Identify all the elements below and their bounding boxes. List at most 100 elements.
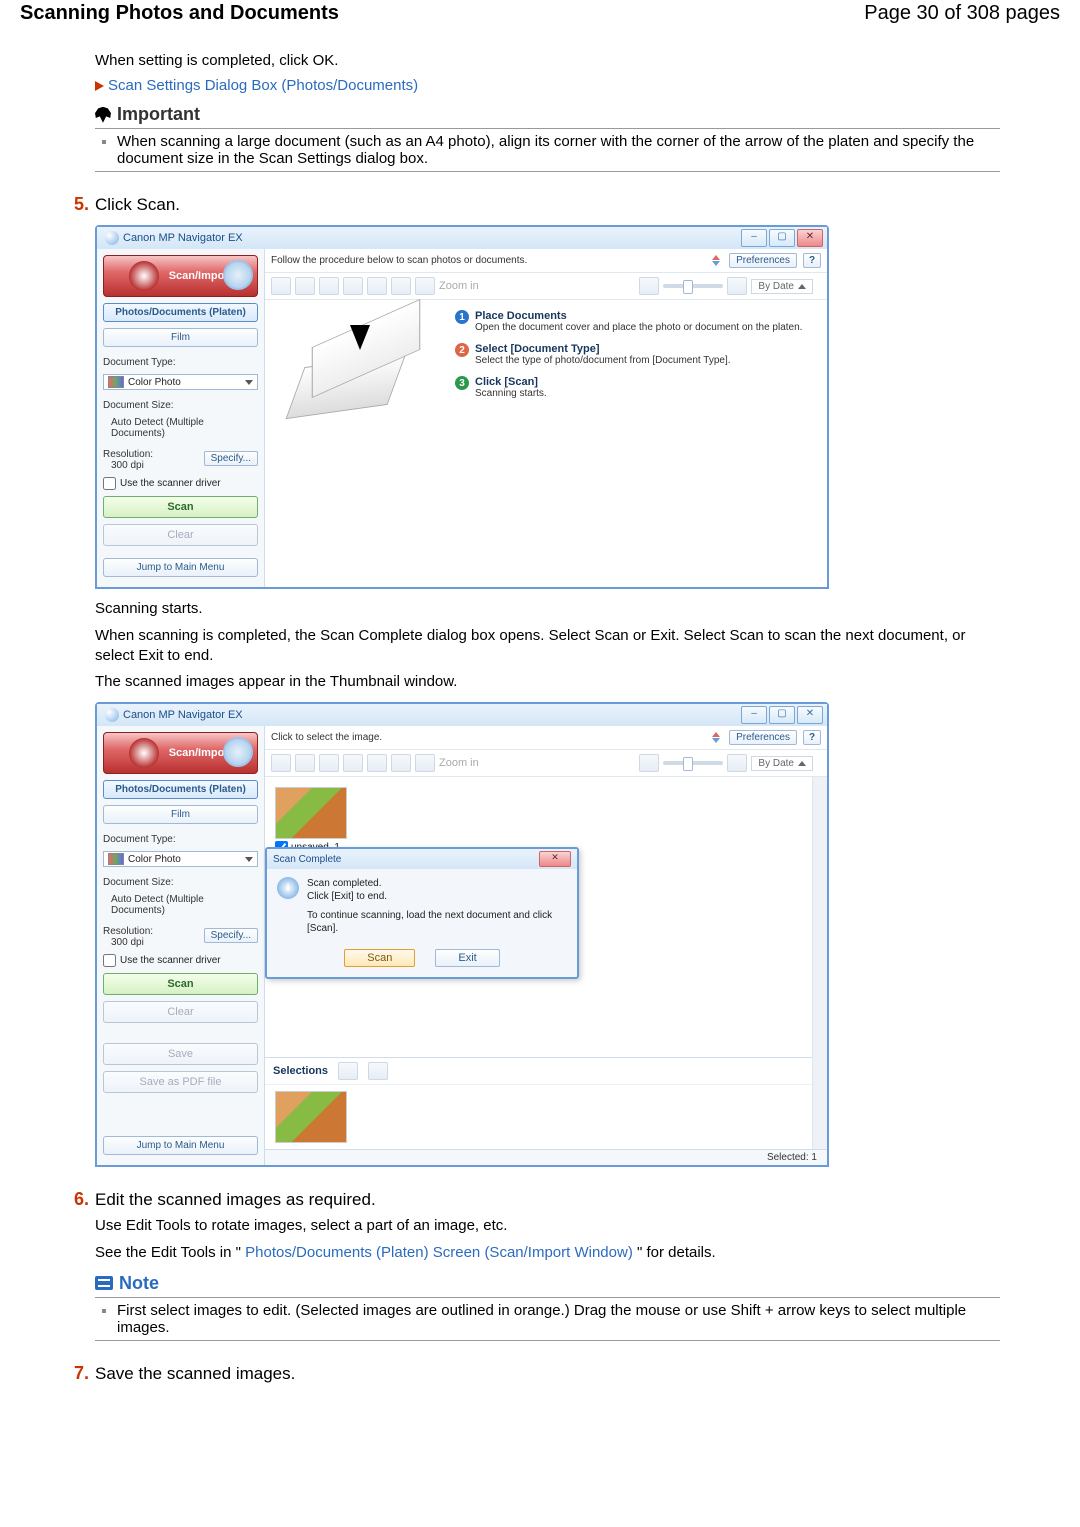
vertical-scrollbar[interactable] bbox=[812, 777, 827, 1149]
crop-icon[interactable] bbox=[391, 277, 411, 295]
thumbnail-item[interactable]: unsaved_1 bbox=[275, 787, 345, 854]
tab-film[interactable]: Film bbox=[103, 805, 258, 824]
rotate-left-icon[interactable] bbox=[319, 277, 339, 295]
zoom-icon[interactable] bbox=[415, 277, 435, 295]
maximize-button[interactable]: ▢ bbox=[769, 229, 795, 247]
grid-icon[interactable] bbox=[295, 277, 315, 295]
label-document-size: Document Size: bbox=[103, 400, 258, 411]
dialog-exit-button[interactable]: Exit bbox=[435, 949, 499, 967]
preferences-button[interactable]: Preferences bbox=[729, 253, 797, 268]
thumb-large-icon[interactable] bbox=[727, 754, 747, 772]
rotate-right-icon[interactable] bbox=[343, 277, 363, 295]
sort-value: By Date bbox=[758, 281, 794, 292]
close-button[interactable]: ✕ bbox=[797, 229, 823, 247]
save-button[interactable]: Save bbox=[103, 1043, 258, 1065]
sort-icon[interactable] bbox=[709, 732, 723, 743]
step-number-7: 7. bbox=[67, 1363, 95, 1384]
scan-button[interactable]: Scan bbox=[103, 496, 258, 518]
color-photo-icon bbox=[108, 853, 124, 865]
clear-button[interactable]: Clear bbox=[103, 1001, 258, 1023]
zoom-icon[interactable] bbox=[415, 754, 435, 772]
tab-film[interactable]: Film bbox=[103, 328, 258, 347]
grid-icon[interactable] bbox=[295, 754, 315, 772]
thumbnail-image bbox=[275, 787, 347, 839]
selection-thumbnail[interactable] bbox=[275, 1091, 345, 1143]
specify-button[interactable]: Specify... bbox=[204, 451, 258, 466]
resolution-value: 300 dpi bbox=[103, 937, 153, 948]
zoom-label: Zoom in bbox=[439, 757, 479, 769]
checkbox-input[interactable] bbox=[103, 477, 116, 490]
main-instruction: Follow the procedure below to scan photo… bbox=[271, 255, 703, 266]
use-scanner-driver-checkbox[interactable]: Use the scanner driver bbox=[103, 954, 258, 967]
maximize-button[interactable]: ▢ bbox=[769, 706, 795, 724]
important-icon bbox=[95, 107, 111, 123]
sort-select[interactable]: By Date bbox=[751, 756, 813, 771]
use-driver-label: Use the scanner driver bbox=[120, 955, 221, 966]
step6-p2a: See the Edit Tools in " bbox=[95, 1244, 241, 1261]
label-resolution: Resolution: bbox=[103, 449, 153, 460]
sort-icon[interactable] bbox=[709, 255, 723, 266]
rotate-right-icon[interactable] bbox=[343, 754, 363, 772]
thumb-large-icon[interactable] bbox=[727, 277, 747, 295]
help-button[interactable]: ? bbox=[803, 253, 821, 268]
rotate-left-icon[interactable] bbox=[319, 754, 339, 772]
jump-main-menu-button[interactable]: Jump to Main Menu bbox=[103, 558, 258, 577]
edit-tools-link[interactable]: Photos/Documents (Platen) Screen (Scan/I… bbox=[245, 1244, 633, 1261]
help-button[interactable]: ? bbox=[803, 730, 821, 745]
use-driver-label: Use the scanner driver bbox=[120, 478, 221, 489]
step-number-5: 5. bbox=[67, 194, 95, 215]
document-type-value: Color Photo bbox=[128, 854, 181, 865]
guide-step-3-icon: 3 bbox=[455, 376, 469, 390]
lens-icon bbox=[223, 260, 253, 290]
select-all-icon[interactable] bbox=[271, 277, 291, 295]
status-bar: Selected: 1 bbox=[265, 1149, 827, 1165]
save-as-pdf-button[interactable]: Save as PDF file bbox=[103, 1071, 258, 1093]
thumb-small-icon[interactable] bbox=[639, 277, 659, 295]
correction-icon[interactable] bbox=[367, 277, 387, 295]
thumbnail-size-slider[interactable] bbox=[663, 761, 723, 765]
window-title: Canon MP Navigator EX bbox=[101, 231, 741, 245]
scan-import-tab[interactable]: Scan/Import bbox=[103, 255, 258, 297]
preferences-button[interactable]: Preferences bbox=[729, 730, 797, 745]
guide-step-1-desc: Open the document cover and place the ph… bbox=[475, 322, 802, 333]
tab-photos-documents[interactable]: Photos/Documents (Platen) bbox=[103, 303, 258, 322]
correction-icon[interactable] bbox=[367, 754, 387, 772]
specify-button[interactable]: Specify... bbox=[204, 928, 258, 943]
jump-main-menu-button[interactable]: Jump to Main Menu bbox=[103, 1136, 258, 1155]
intro-line: When setting is completed, click OK. bbox=[95, 51, 1000, 71]
minimize-button[interactable]: – bbox=[741, 229, 767, 247]
tab-photos-documents[interactable]: Photos/Documents (Platen) bbox=[103, 780, 258, 799]
selections-add-icon[interactable] bbox=[338, 1062, 358, 1080]
document-type-select[interactable]: Color Photo bbox=[103, 851, 258, 867]
dialog-scan-button[interactable]: Scan bbox=[344, 949, 415, 967]
scan-import-tab[interactable]: Scan/Import bbox=[103, 732, 258, 774]
select-all-icon[interactable] bbox=[271, 754, 291, 772]
clear-button[interactable]: Clear bbox=[103, 524, 258, 546]
zoom-label: Zoom in bbox=[439, 280, 479, 292]
divider bbox=[95, 1297, 1000, 1298]
dialog-close-button[interactable]: ✕ bbox=[539, 851, 571, 867]
guide-step-3-desc: Scanning starts. bbox=[475, 388, 547, 399]
after-scan-p3: The scanned images appear in the Thumbna… bbox=[95, 672, 1000, 692]
sort-value: By Date bbox=[758, 758, 794, 769]
step6-p2b: " for details. bbox=[637, 1244, 716, 1261]
label-document-type: Document Type: bbox=[103, 834, 258, 845]
sort-select[interactable]: By Date bbox=[751, 279, 813, 294]
document-type-select[interactable]: Color Photo bbox=[103, 374, 258, 390]
thumbnail-size-slider[interactable] bbox=[663, 284, 723, 288]
document-size-value: Auto Detect (Multiple Documents) bbox=[103, 417, 258, 439]
checkbox-input[interactable] bbox=[103, 954, 116, 967]
selections-remove-icon[interactable] bbox=[368, 1062, 388, 1080]
important-label: Important bbox=[117, 104, 200, 125]
scanner-icon bbox=[129, 261, 159, 291]
thumb-small-icon[interactable] bbox=[639, 754, 659, 772]
crop-icon[interactable] bbox=[391, 754, 411, 772]
divider bbox=[95, 171, 1000, 172]
scan-settings-link[interactable]: Scan Settings Dialog Box (Photos/Documen… bbox=[108, 77, 418, 94]
dialog-line-1: Scan completed. bbox=[307, 877, 567, 890]
use-scanner-driver-checkbox[interactable]: Use the scanner driver bbox=[103, 477, 258, 490]
close-button[interactable]: ✕ bbox=[797, 706, 823, 724]
scan-button[interactable]: Scan bbox=[103, 973, 258, 995]
sort-asc-icon bbox=[798, 761, 806, 766]
minimize-button[interactable]: – bbox=[741, 706, 767, 724]
